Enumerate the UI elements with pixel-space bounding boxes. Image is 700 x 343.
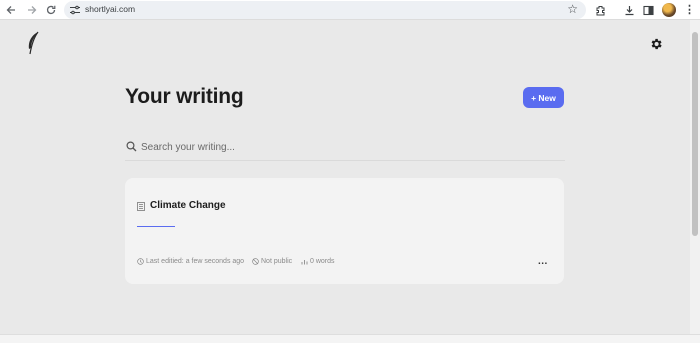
clock-icon [137, 258, 144, 265]
extensions-icon[interactable] [593, 3, 607, 17]
page-title: Your writing [125, 85, 244, 108]
menu-icon[interactable]: ⋮ [684, 3, 695, 16]
gear-icon[interactable] [649, 37, 663, 51]
search-icon [126, 141, 137, 152]
search-bar [125, 137, 565, 161]
document-title[interactable]: Climate Change [150, 200, 226, 211]
scrollbar-thumb[interactable] [692, 32, 698, 236]
document-icon [137, 202, 145, 211]
back-icon[interactable] [3, 2, 19, 18]
bookmark-star-icon[interactable]: ☆ [567, 2, 578, 16]
feather-icon[interactable] [26, 31, 40, 55]
side-panel-icon[interactable] [641, 3, 655, 17]
visibility-text: Not public [261, 258, 293, 265]
scrollbar[interactable] [690, 20, 700, 334]
search-input[interactable] [141, 139, 541, 155]
title-underline [137, 226, 175, 227]
last-edited-text: Last editied: a few seconds ago [146, 258, 245, 265]
more-options-icon[interactable]: ... [538, 256, 548, 267]
browser-toolbar: shortlyai.com ☆ ⋮ [0, 0, 700, 20]
bar-chart-icon [301, 260, 308, 265]
forward-icon[interactable] [24, 2, 40, 18]
download-icon[interactable] [622, 3, 636, 17]
address-bar[interactable]: shortlyai.com ☆ [64, 1, 586, 19]
new-document-button[interactable]: + New [523, 87, 564, 108]
document-card[interactable]: Climate Change Last editied: a few secon… [125, 178, 564, 284]
reload-icon[interactable] [43, 2, 59, 18]
word-count-text: 0 words [310, 258, 335, 265]
url-text[interactable]: shortlyai.com [85, 4, 135, 14]
globe-off-icon [252, 258, 259, 265]
profile-avatar[interactable] [662, 3, 676, 17]
bottom-bar [0, 334, 700, 343]
site-settings-icon[interactable] [69, 4, 81, 16]
last-edited: Last editied: a few seconds ago [137, 258, 244, 265]
word-count: 0 words [301, 258, 335, 265]
visibility-status: Not public [252, 258, 292, 265]
